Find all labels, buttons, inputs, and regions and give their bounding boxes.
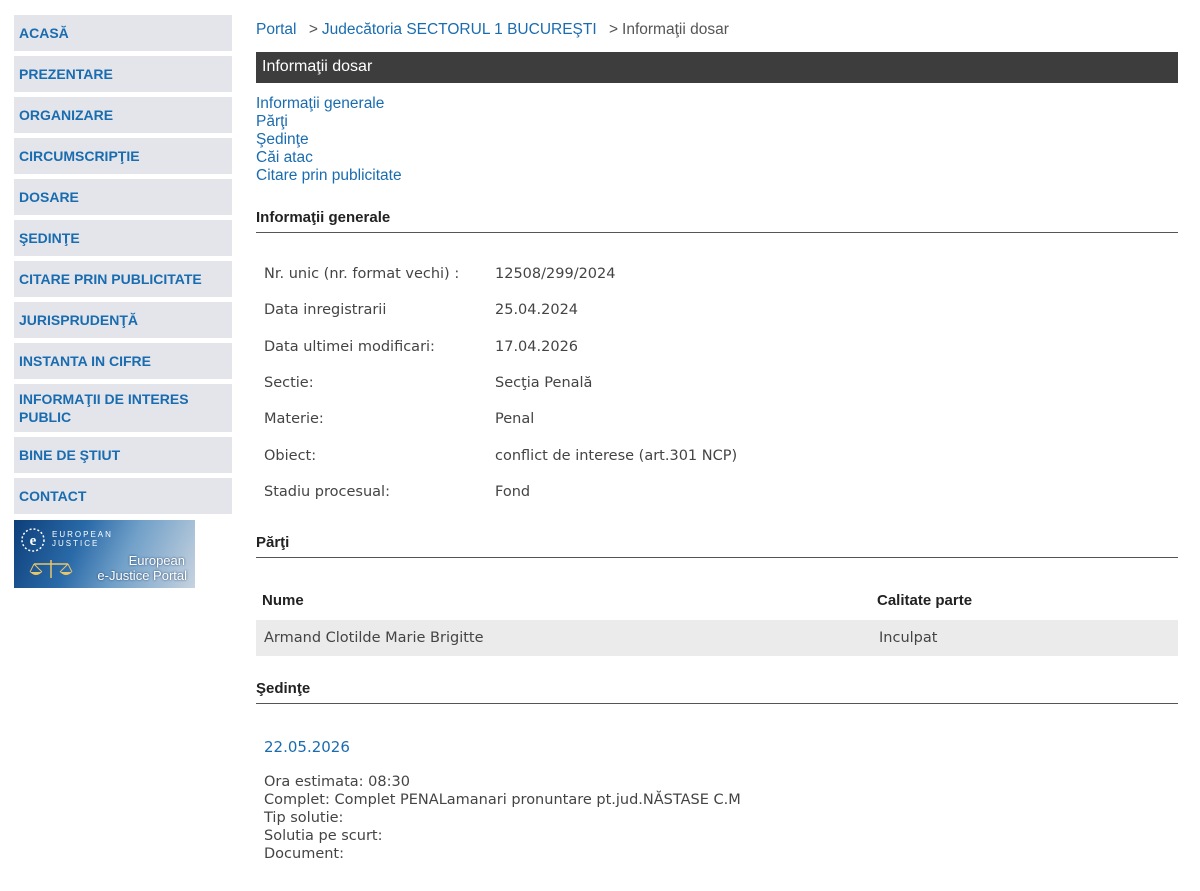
breadcrumb-current: Informaţii dosar	[622, 21, 729, 38]
breadcrumb: Portal > Judecătoria SECTORUL 1 BUCUREŞTI…	[256, 21, 729, 39]
info-label: Materie:	[264, 411, 324, 427]
scales-of-justice-icon	[29, 560, 73, 578]
sidebar-item-dosare[interactable]: DOSARE	[14, 179, 232, 215]
anchor-citare-publicitate[interactable]: Citare prin publicitate	[256, 167, 402, 185]
sidebar-item-bine-de-stiut[interactable]: BINE DE ŞTIUT	[14, 437, 232, 473]
info-label: Nr. unic (nr. format vechi) :	[264, 266, 460, 282]
general-info-heading: Informaţii generale	[256, 209, 1178, 233]
breadcrumb-portal-link[interactable]: Portal	[256, 21, 297, 38]
anchor-informatii-generale[interactable]: Informaţii generale	[256, 95, 402, 113]
info-label: Sectie:	[264, 375, 314, 391]
hearing-document: Document:	[264, 846, 345, 862]
parties-heading: Părţi	[256, 534, 1178, 558]
party-name: Armand Clotilde Marie Brigitte	[264, 630, 484, 646]
table-row: Armand Clotilde Marie Brigitte Inculpat	[256, 620, 1178, 656]
e-justice-logo-icon: e	[21, 528, 45, 552]
sidebar-item-prezentare[interactable]: PREZENTARE	[14, 56, 232, 92]
hearing-solution-summary: Solutia pe scurt:	[264, 828, 383, 844]
svg-text:e: e	[30, 533, 37, 549]
column-header-role: Calitate parte	[877, 592, 973, 609]
info-value: conflict de interese (art.301 NCP)	[495, 448, 738, 464]
sidebar-item-contact[interactable]: CONTACT	[14, 478, 232, 514]
info-label: Obiect:	[264, 448, 317, 464]
sidebar-item-instanta-in-cifre[interactable]: INSTANTA IN CIFRE	[14, 343, 232, 379]
info-label: Data inregistrarii	[264, 302, 387, 318]
info-value: Secţia Penală	[495, 375, 593, 391]
info-value: 12508/299/2024	[495, 266, 616, 282]
info-value: 25.04.2024	[495, 302, 579, 318]
banner-logo-sub: JUSTICE	[52, 539, 100, 548]
anchor-parti[interactable]: Părţi	[256, 113, 402, 131]
info-label: Stadiu procesual:	[264, 484, 390, 500]
page-title: Informaţii dosar	[256, 52, 1178, 83]
info-value: Fond	[495, 484, 531, 500]
anchor-cai-atac[interactable]: Căi atac	[256, 149, 402, 167]
sidebar-item-sedinte[interactable]: ŞEDINŢE	[14, 220, 232, 256]
parties-table-header: Nume Calitate parte	[256, 592, 1178, 610]
banner-title-line1: European	[128, 553, 185, 568]
anchor-sedinte[interactable]: Şedinţe	[256, 131, 402, 149]
sidebar-nav: ACASĂ PREZENTARE ORGANIZARE CIRCUMSCRIPŢ…	[14, 15, 232, 588]
banner-title-line2: e-Justice Portal	[97, 568, 187, 583]
column-header-name: Nume	[262, 592, 304, 609]
sidebar-item-acasa[interactable]: ACASĂ	[14, 15, 232, 51]
info-value: Penal	[495, 411, 535, 427]
e-justice-banner[interactable]: e EUROPEAN JUSTICE European e-Justice Po…	[14, 520, 195, 588]
hearing-solution-type: Tip solutie:	[264, 810, 344, 826]
hearing-details: Ora estimata: 08:30 Complet: Complet PEN…	[264, 773, 741, 863]
hearings-heading: Şedinţe	[256, 680, 1178, 704]
breadcrumb-separator: >	[308, 21, 318, 38]
sidebar-item-jurisprudenta[interactable]: JURISPRUDENŢĂ	[14, 302, 232, 338]
hearing-date: 22.05.2026	[264, 738, 350, 756]
party-role: Inculpat	[879, 630, 938, 646]
info-value: 17.04.2026	[495, 339, 579, 355]
breadcrumb-court-link[interactable]: Judecătoria SECTORUL 1 BUCUREŞTI	[322, 21, 597, 38]
hearing-time: Ora estimata: 08:30	[264, 774, 410, 790]
banner-logo-top: EUROPEAN	[52, 530, 113, 539]
breadcrumb-separator: >	[608, 21, 619, 38]
sidebar-item-circumscriptie[interactable]: CIRCUMSCRIPŢIE	[14, 138, 232, 174]
sidebar-item-organizare[interactable]: ORGANIZARE	[14, 97, 232, 133]
sidebar-item-citare[interactable]: CITARE PRIN PUBLICITATE	[14, 261, 232, 297]
section-anchor-links: Informaţii generale Părţi Şedinţe Căi at…	[256, 95, 402, 185]
hearing-panel: Complet: Complet PENALamanari pronuntare…	[264, 792, 741, 808]
info-label: Data ultimei modificari:	[264, 339, 435, 355]
sidebar-item-informatii-interes-public[interactable]: INFORMAŢII DE INTERES PUBLIC	[14, 384, 232, 432]
